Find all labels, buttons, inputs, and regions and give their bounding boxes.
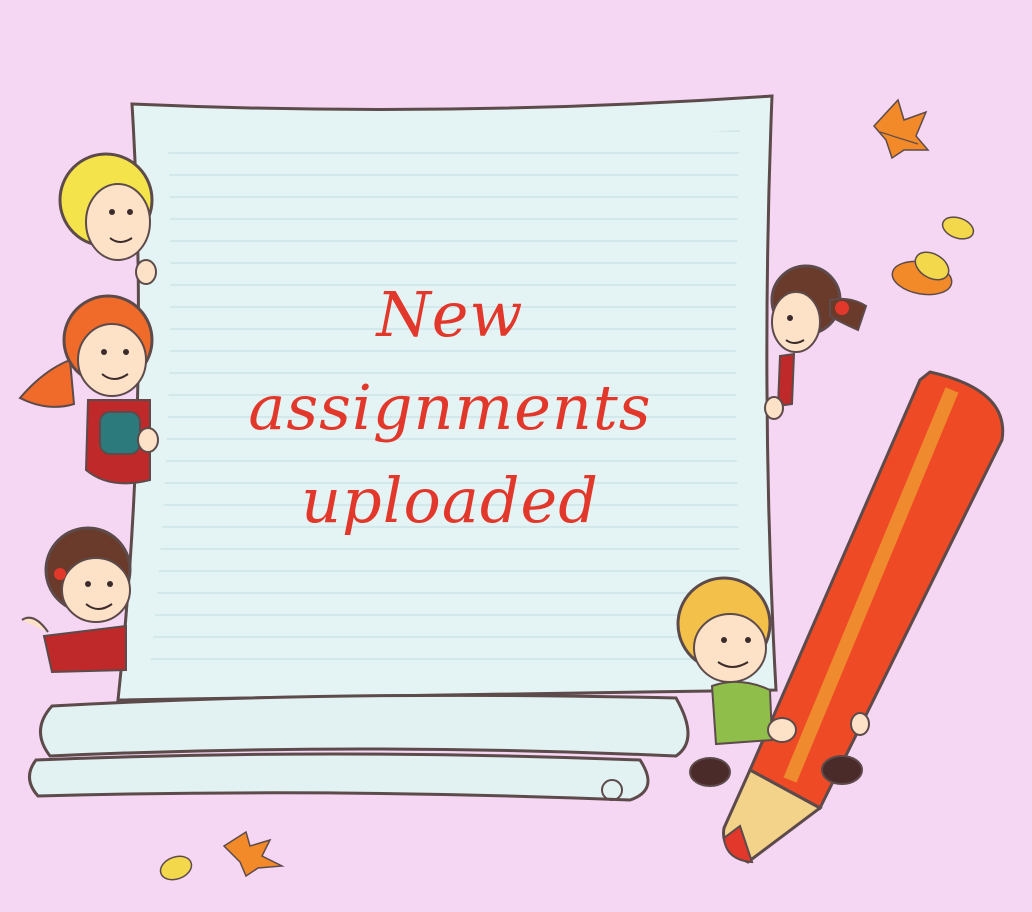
assignment-banner: New assignments uploaded [0, 0, 1032, 912]
announcement-text: New assignments uploaded [190, 268, 710, 547]
kid-brunette-bottom-left [21, 526, 132, 674]
kid-blonde-top-left [58, 152, 157, 285]
announcement-line-3: uploaded [301, 464, 599, 537]
announcement-line-1: New [376, 278, 524, 351]
kid-peeking-right [764, 264, 868, 420]
announcement-line-2: assignments [248, 371, 652, 444]
